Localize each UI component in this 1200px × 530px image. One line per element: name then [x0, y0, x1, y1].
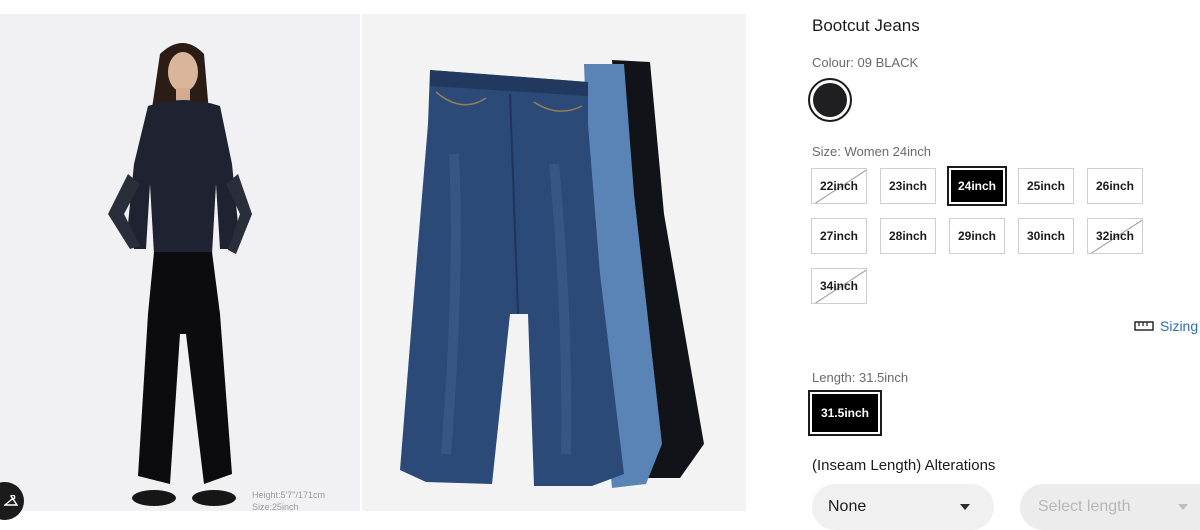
ruler-icon	[1134, 321, 1154, 331]
size-option-23[interactable]: 23inch	[880, 168, 936, 204]
colour-swatch-black[interactable]	[808, 78, 852, 122]
size-option-32[interactable]: 32inch	[1087, 218, 1143, 254]
size-option-label: 32inch	[1095, 229, 1134, 243]
size-label: Size: Women 24inch	[812, 144, 931, 159]
colour-label: Colour: 09 BLACK	[812, 55, 919, 70]
size-option-label: 24inch	[957, 179, 996, 193]
model-photo[interactable]: Height:5'7"/171cm Size:25inch	[0, 14, 360, 511]
size-option-30[interactable]: 30inch	[1018, 218, 1074, 254]
size-option-label: 26inch	[1095, 179, 1134, 193]
size-option-34[interactable]: 34inch	[811, 268, 867, 304]
size-option-26[interactable]: 26inch	[1087, 168, 1143, 204]
alteration-select[interactable]: None	[812, 484, 994, 530]
model-caption-height: Height:5'7"/171cm	[252, 490, 325, 500]
size-option-25[interactable]: 25inch	[1018, 168, 1074, 204]
size-option-label: 22inch	[819, 179, 858, 193]
length-select-placeholder: Select length	[1038, 498, 1131, 515]
colour-swatch-fill	[813, 83, 847, 117]
length-select[interactable]: Select length	[1020, 484, 1200, 530]
size-option-label: 28inch	[888, 229, 927, 243]
product-title: Bootcut Jeans	[812, 16, 920, 35]
length-option-label: 31.5inch	[820, 406, 870, 420]
flatlay-photo[interactable]	[362, 14, 746, 511]
size-option-24[interactable]: 24inch	[947, 166, 1007, 206]
size-option-label: 27inch	[819, 229, 858, 243]
size-option-29[interactable]: 29inch	[949, 218, 1005, 254]
size-option-label: 30inch	[1026, 229, 1065, 243]
model-illustration	[0, 14, 360, 511]
product-gallery: Height:5'7"/171cm Size:25inch	[0, 14, 748, 520]
size-option-label: 29inch	[957, 229, 996, 243]
chevron-down-icon	[960, 504, 970, 510]
sizing-link-label: Sizing	[1160, 318, 1199, 334]
sizing-link[interactable]: Sizing	[1134, 318, 1198, 334]
size-option-22[interactable]: 22inch	[811, 168, 867, 204]
alterations-title: (Inseam Length) Alterations	[812, 457, 996, 474]
hanger-icon	[4, 495, 18, 506]
size-option-label: 23inch	[888, 179, 927, 193]
size-option-label: 25inch	[1026, 179, 1065, 193]
length-option-31-5[interactable]: 31.5inch	[808, 390, 882, 436]
chevron-down-icon	[1178, 504, 1188, 510]
size-option-28[interactable]: 28inch	[880, 218, 936, 254]
model-caption-size: Size:25inch	[252, 502, 299, 511]
length-label: Length: 31.5inch	[812, 370, 909, 385]
size-option-label: 34inch	[819, 279, 858, 293]
size-option-27[interactable]: 27inch	[811, 218, 867, 254]
jeans-flatlay-illustration	[362, 14, 746, 511]
alteration-select-value: None	[828, 498, 867, 515]
